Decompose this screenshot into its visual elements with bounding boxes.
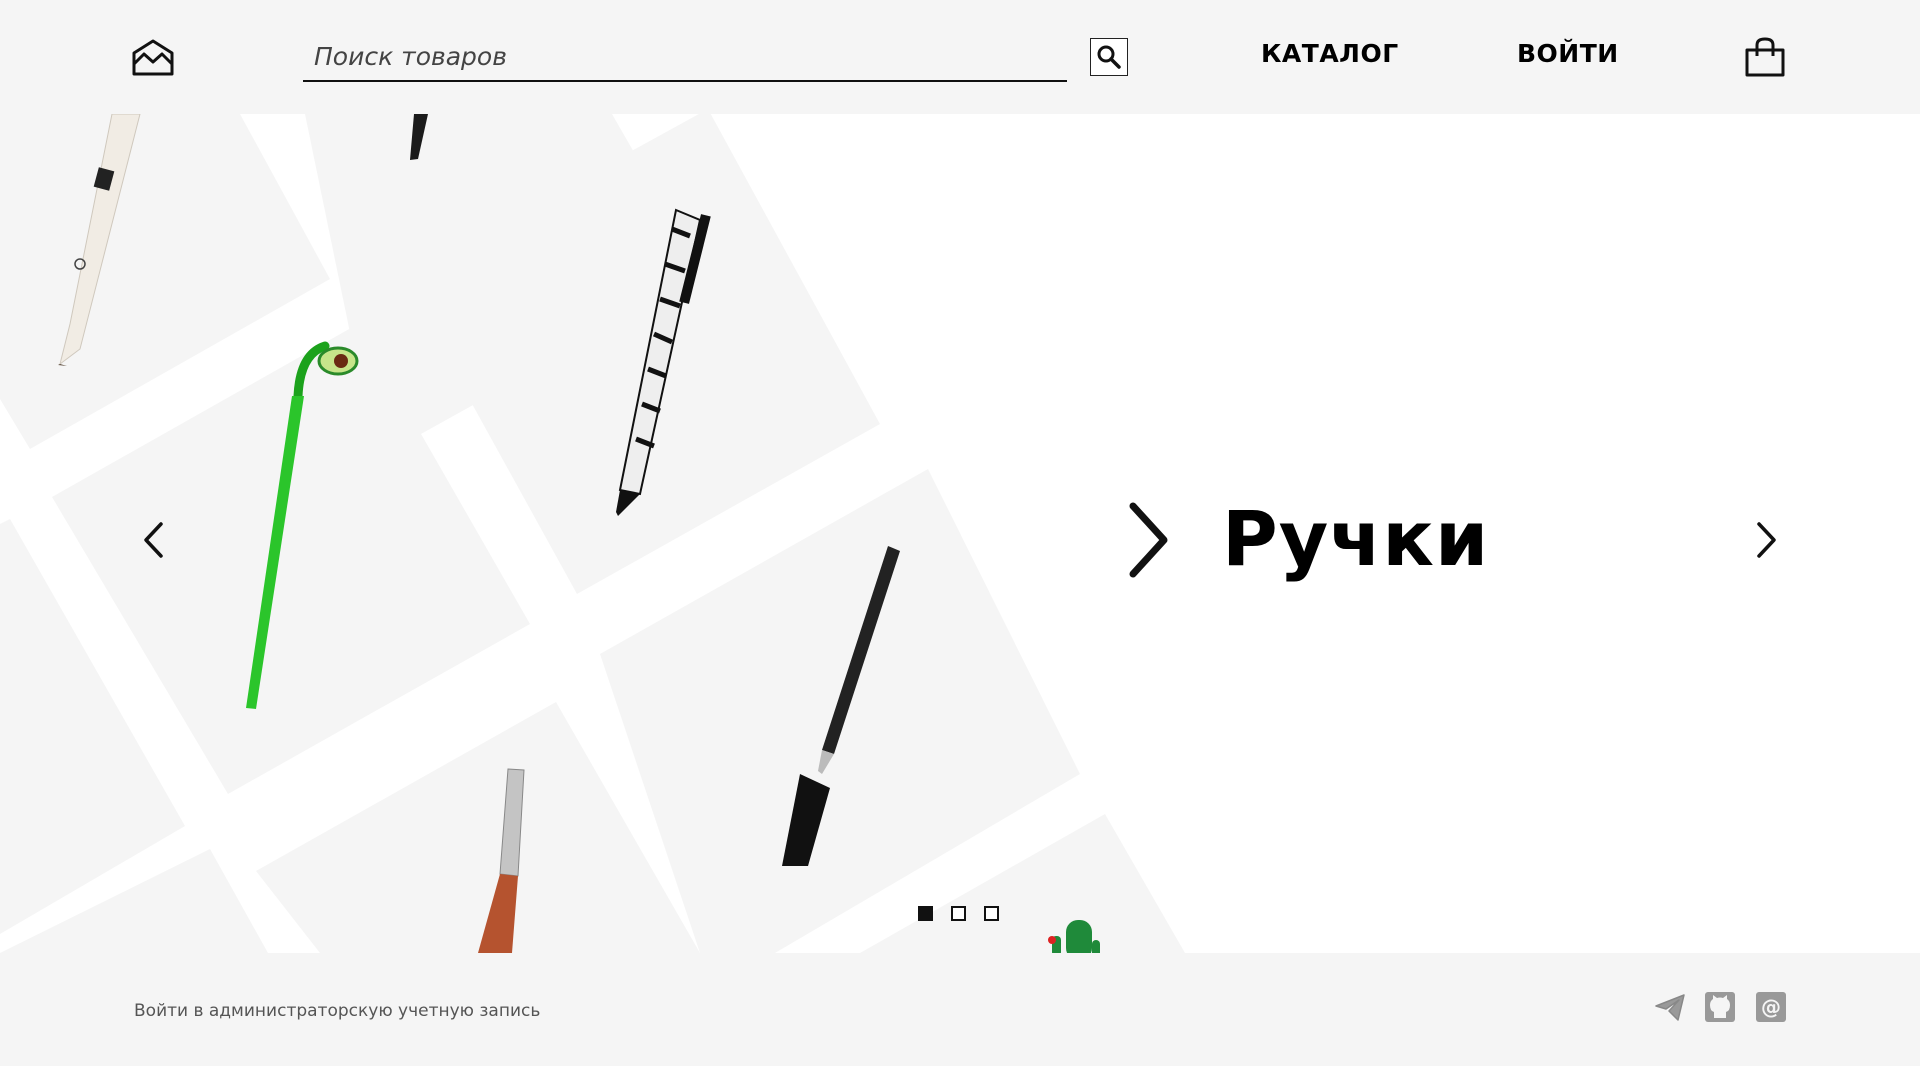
search-input[interactable] <box>303 36 1067 76</box>
slide-dot[interactable] <box>918 906 933 921</box>
site-footer: Войти в администраторскую учетную запись… <box>0 953 1920 1066</box>
slide-dot[interactable] <box>951 906 966 921</box>
nav-catalog-link[interactable]: КАТАЛОГ <box>1261 39 1399 68</box>
search-button[interactable] <box>1090 38 1128 76</box>
svg-text:@: @ <box>1761 995 1781 1019</box>
search-icon <box>1097 45 1121 69</box>
chevron-right-large-icon <box>1129 502 1168 578</box>
slide-dot[interactable] <box>984 906 999 921</box>
email-icon[interactable]: @ <box>1755 991 1787 1023</box>
hero-slider: Ручки <box>0 114 1920 953</box>
admin-login-link[interactable]: Войти в администраторскую учетную запись <box>134 1001 540 1021</box>
shopping-bag-icon[interactable] <box>1744 36 1786 78</box>
pens-collage-image <box>0 114 1185 953</box>
site-header: КАТАЛОГ ВОЙТИ <box>0 0 1920 114</box>
slide-indicators <box>918 906 999 921</box>
crown-envelope-icon[interactable] <box>131 37 175 77</box>
chevron-right-icon[interactable] <box>1746 515 1786 565</box>
telegram-icon[interactable] <box>1654 991 1686 1023</box>
chevron-left-icon[interactable] <box>134 515 174 565</box>
github-icon[interactable] <box>1704 991 1736 1023</box>
nav-login-link[interactable]: ВОЙТИ <box>1517 39 1619 68</box>
search-field <box>303 36 1067 82</box>
slide-title: Ручки <box>1222 494 1490 583</box>
